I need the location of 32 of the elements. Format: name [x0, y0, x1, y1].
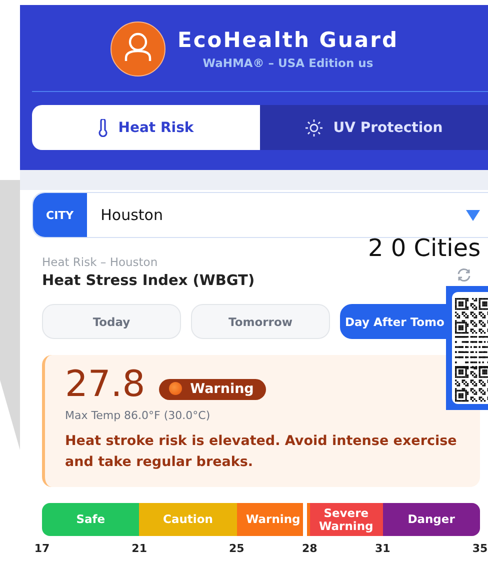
- scale-tick: 28: [302, 542, 318, 555]
- thermometer-icon: [98, 118, 108, 136]
- refresh-icon[interactable]: [456, 268, 472, 282]
- scale-tick: 25: [229, 542, 244, 555]
- scale-segment: Caution: [139, 503, 237, 536]
- level-badge: Warning: [159, 378, 266, 400]
- scale-segment: Safe: [42, 503, 140, 536]
- tab[interactable]: UV Protection: [260, 105, 488, 150]
- scale-tick: 17: [34, 542, 50, 555]
- day-tab[interactable]: Tomorrow: [191, 304, 330, 339]
- day-tab[interactable]: Day After Tomo: [340, 304, 448, 339]
- sun-icon: [305, 118, 324, 136]
- day-tab[interactable]: Today: [42, 304, 181, 339]
- max-temp: Max Temp 86.0°F (30.0°C): [65, 409, 212, 422]
- app-subtitle: WaHMA® – USA Edition us: [202, 56, 374, 70]
- tab[interactable]: Heat Risk: [32, 105, 260, 150]
- scale-segment: Warning: [236, 503, 310, 536]
- dropdown-caret-icon: [466, 210, 480, 220]
- city-label: CITY: [33, 193, 87, 237]
- section-caption: Heat Risk – Houston: [42, 255, 159, 269]
- user-logo-icon: [110, 21, 166, 77]
- scale-tick: 35: [472, 542, 488, 555]
- app-title: EcoHealth Guard: [178, 28, 398, 52]
- scale-segment: Danger: [382, 503, 480, 536]
- scale-tick: 21: [132, 542, 147, 555]
- scale-tick: 31: [375, 542, 390, 555]
- city-value: Houston: [100, 206, 164, 224]
- wbgt-value: 27.8: [65, 367, 146, 403]
- city-select[interactable]: CITY Houston: [32, 192, 488, 238]
- section-title: Heat Stress Index (WBGT): [42, 273, 255, 289]
- advice-text: Heat stroke risk is elevated. Avoid intense exercise and take regular breaks.: [65, 432, 458, 472]
- scale-segment: Severe Warning: [310, 503, 383, 536]
